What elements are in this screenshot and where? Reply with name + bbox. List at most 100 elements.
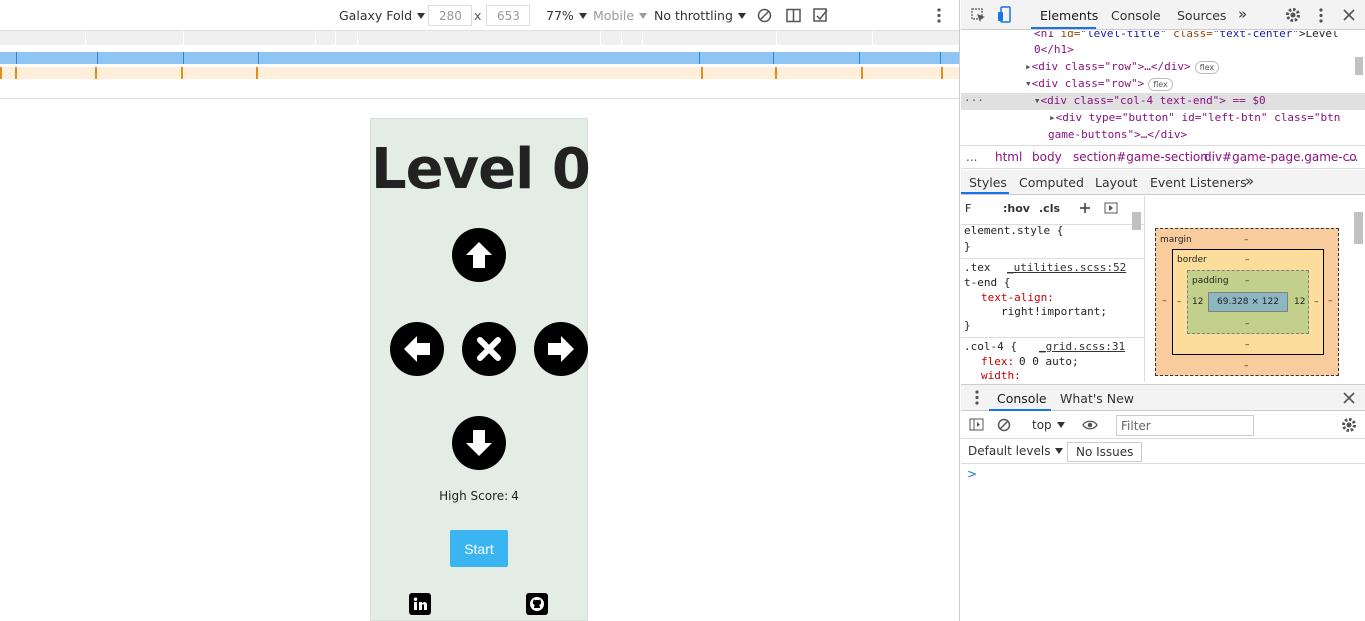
clear-console-icon[interactable] <box>997 418 1011 435</box>
throttling-select[interactable]: No throttling <box>654 8 746 23</box>
dom-line[interactable]: <h1 id="level-title" class="text-center"… <box>1034 31 1339 43</box>
style-source-link[interactable]: _grid.scss:31 <box>1039 340 1125 353</box>
high-score-value: 4 <box>511 489 519 503</box>
drawer-menu-icon[interactable] <box>975 390 979 408</box>
rotate-icon[interactable] <box>757 8 772 26</box>
style-rule-line: t-end { <box>964 276 1011 289</box>
down-button[interactable] <box>452 416 506 470</box>
device-toggle-icon[interactable] <box>997 6 1011 26</box>
devtools-panel: Elements Console Sources » <h1 id="level… <box>961 0 1365 621</box>
style-source-link[interactable]: _utilities.scss:52 <box>1007 261 1126 274</box>
stop-button[interactable] <box>462 322 516 376</box>
up-button[interactable] <box>452 228 506 282</box>
tab-styles[interactable]: Styles <box>969 175 1007 190</box>
console-prompt[interactable]: > <box>967 467 977 481</box>
content-box[interactable]: 69.328 × 122 <box>1208 292 1288 312</box>
close-drawer-icon[interactable] <box>1343 392 1355 407</box>
style-property[interactable]: width: <box>981 369 1021 382</box>
ruler-bar <box>0 31 959 45</box>
style-property[interactable]: flex: <box>981 355 1014 368</box>
dom-line[interactable]: ▾<div class="row"> flex <box>1025 76 1173 93</box>
gear-icon[interactable] <box>1285 7 1301 26</box>
breadcrumb-html[interactable]: html <box>995 150 1022 164</box>
device-select[interactable]: Galaxy Fold <box>339 8 425 23</box>
eye-icon[interactable] <box>1082 419 1098 434</box>
close-icon[interactable] <box>1343 9 1355 24</box>
style-value[interactable]: right!important; <box>1001 305 1107 318</box>
github-icon[interactable] <box>526 593 548 615</box>
more-style-tabs[interactable]: » <box>1245 172 1254 190</box>
more-tabs-button[interactable]: » <box>1238 5 1247 23</box>
dom-line[interactable]: ▸<div class="row">…</div> flex <box>1025 59 1220 76</box>
width-input[interactable]: 280 <box>428 5 472 26</box>
min-width-query-bar[interactable] <box>0 67 959 79</box>
padding-box[interactable]: padding – 12 12 – 69.328 × 122 <box>1187 270 1309 334</box>
media-query-bars <box>0 31 959 99</box>
arrow-left-icon <box>404 336 430 362</box>
styles-scrollbar[interactable] <box>1132 212 1141 230</box>
left-button[interactable] <box>390 322 444 376</box>
level-title: Level 0 <box>371 137 591 202</box>
styles-pane: F :hov .cls element.style { } .tex _util… <box>961 196 1145 382</box>
tab-sources[interactable]: Sources <box>1177 8 1226 23</box>
margin-box[interactable]: margin – – – – border – – – – padding – … <box>1155 228 1339 376</box>
right-button[interactable] <box>534 322 588 376</box>
tab-computed[interactable]: Computed <box>1019 175 1084 190</box>
height-input[interactable]: 653 <box>486 5 530 26</box>
dom-line[interactable]: ▸<div type="button" id="left-btn" class=… <box>1049 110 1340 127</box>
mode-select[interactable]: Mobile <box>593 8 647 23</box>
tab-event-listeners[interactable]: Event Listeners <box>1150 175 1247 190</box>
device-toolbar: Galaxy Fold 280 x 653 77% Mobile No thro… <box>0 0 959 31</box>
tab-layout[interactable]: Layout <box>1095 175 1138 190</box>
inspect-icon[interactable] <box>971 8 986 26</box>
arrow-down-icon <box>466 430 492 456</box>
style-rule-line: } <box>964 319 971 332</box>
style-value[interactable]: 0 0 auto; <box>1019 355 1079 368</box>
devtools-tabs: Elements Console Sources » <box>961 0 1365 30</box>
console-settings-icon[interactable] <box>1341 417 1357 436</box>
zoom-select[interactable]: 77% <box>546 8 587 23</box>
add-rule-icon[interactable] <box>1079 202 1091 217</box>
drawer-tab-whats-new[interactable]: What's New <box>1060 391 1134 406</box>
active-tab-indicator <box>1031 27 1096 29</box>
devtools-menu-icon[interactable] <box>1319 8 1323 26</box>
box-model: margin – – – – border – – – – padding – … <box>1147 196 1365 382</box>
drawer-tab-console[interactable]: Console <box>997 391 1047 406</box>
dimension-separator: x <box>474 8 482 23</box>
hov-toggle[interactable]: :hov <box>1003 202 1030 215</box>
dual-screen-icon[interactable] <box>786 8 801 26</box>
cls-toggle[interactable]: .cls <box>1039 202 1060 215</box>
console-toolbar: top Filter <box>961 412 1365 439</box>
breadcrumb-div[interactable]: div#game-page.game-co <box>1204 150 1357 164</box>
high-score-label: High Score: <box>439 489 509 503</box>
tab-console[interactable]: Console <box>1111 8 1161 23</box>
max-width-query-bar[interactable] <box>0 52 959 64</box>
sensors-icon[interactable] <box>813 7 829 26</box>
close-icon <box>477 337 501 361</box>
box-model-scrollbar[interactable] <box>1354 212 1363 244</box>
arrow-up-icon <box>466 242 492 268</box>
dom-line[interactable]: game-buttons">…</div> <box>1048 127 1187 143</box>
dom-line[interactable]: 0</h1> <box>1034 42 1074 59</box>
console-sidebar-icon[interactable] <box>969 418 984 434</box>
viewport-pane: Galaxy Fold 280 x 653 77% Mobile No thro… <box>0 0 960 621</box>
log-levels-select[interactable]: Default levels <box>968 444 1063 458</box>
border-box[interactable]: border – – – – padding – 12 12 – 69.328 … <box>1172 249 1324 355</box>
issues-button[interactable]: No Issues <box>1067 442 1143 462</box>
tab-elements[interactable]: Elements <box>1040 8 1098 23</box>
breadcrumb-section[interactable]: section#game-section <box>1073 150 1208 164</box>
linkedin-icon[interactable] <box>409 593 431 615</box>
context-select[interactable]: top <box>1032 418 1065 432</box>
styles-filter-input[interactable]: F <box>965 202 993 218</box>
start-button[interactable]: Start <box>450 530 508 567</box>
high-score: High Score: 4 <box>371 489 587 503</box>
dom-line-selected[interactable]: ··· ▾<div class="col-4 text-end"> == $0 <box>961 93 1365 110</box>
dom-scrollbar[interactable] <box>1355 57 1363 75</box>
toggle-sidebar-icon[interactable] <box>1104 202 1118 217</box>
breadcrumb-body[interactable]: body <box>1032 150 1062 164</box>
more-options-icon[interactable] <box>937 8 941 26</box>
breadcrumb-more[interactable]: ... <box>966 150 977 164</box>
style-property[interactable]: text-align: <box>981 291 1054 304</box>
breadcrumb-more-end[interactable]: ... <box>1347 150 1358 164</box>
console-filter-input[interactable]: Filter <box>1116 415 1254 436</box>
